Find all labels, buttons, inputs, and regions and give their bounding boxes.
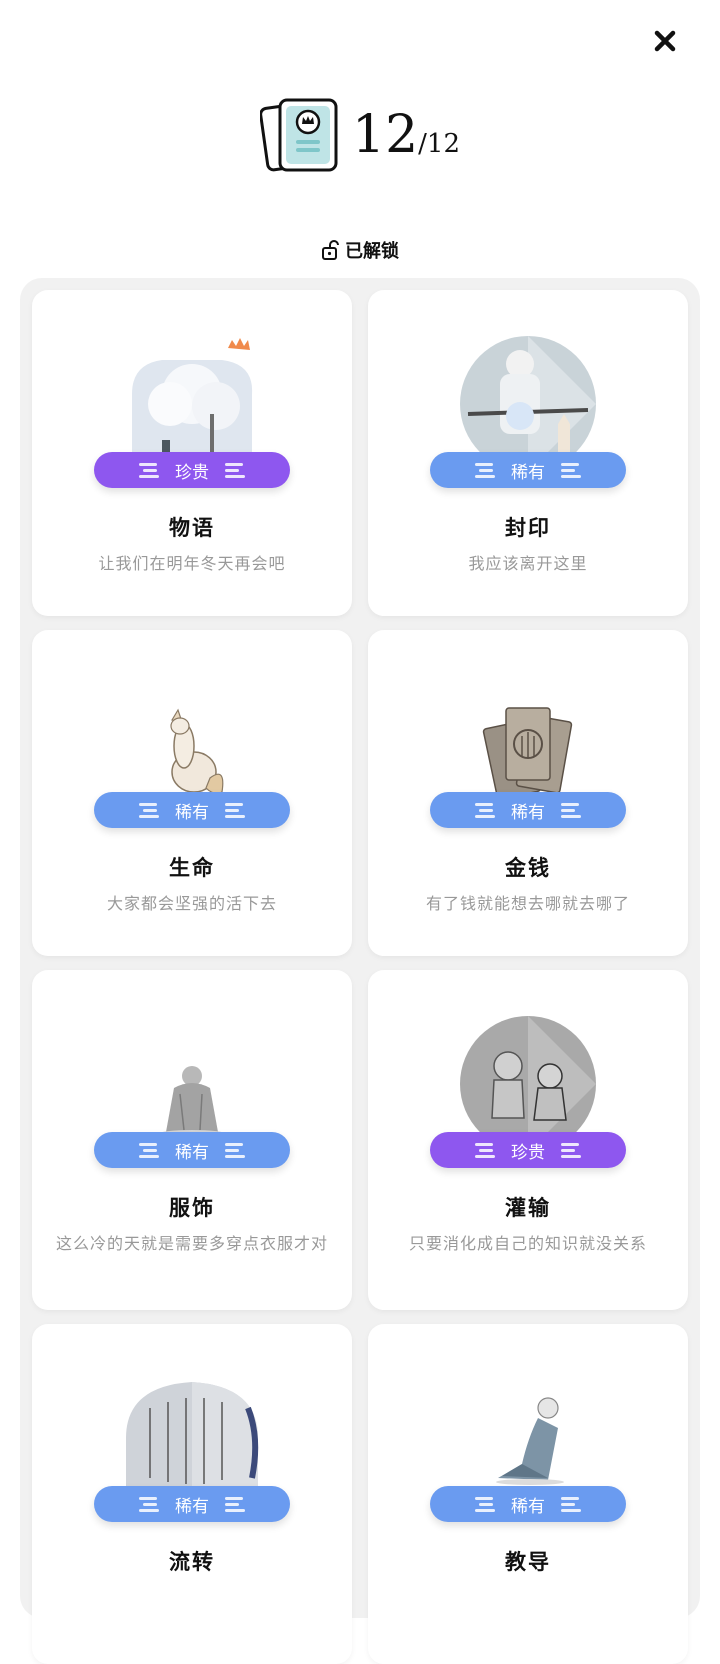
rarity-label: 珍贵 <box>175 462 209 483</box>
collection-card[interactable]: 稀有 服饰 这么冷的天就是需要多穿点衣服才对 <box>32 970 352 1310</box>
collection-count: 12 /12 <box>352 105 460 165</box>
card-image <box>122 674 262 804</box>
card-description: 只要消化成自己的知识就没关系 <box>408 1234 647 1253</box>
collection-card[interactable]: 稀有 封印 我应该离开这里 <box>368 290 688 616</box>
rarity-label: 稀有 <box>511 462 545 483</box>
card-description: 这么冷的天就是需要多穿点衣服才对 <box>55 1234 328 1253</box>
rarity-badge: 珍贵 <box>94 452 290 488</box>
card-title: 金钱 <box>505 855 551 880</box>
unlock-status-label: 已解锁 <box>345 241 399 262</box>
card-description: 大家都会坚强的活下去 <box>106 894 277 913</box>
collection-card[interactable]: 稀有 生命 大家都会坚强的活下去 <box>32 630 352 956</box>
collection-header: 12 /12 <box>0 90 720 180</box>
close-button[interactable] <box>650 26 680 56</box>
card-title: 灌输 <box>505 1195 551 1220</box>
rarity-label: 稀有 <box>511 802 545 823</box>
collection-card[interactable]: 珍贵 灌输 只要消化成自己的知识就没关系 <box>368 970 688 1310</box>
rarity-label: 稀有 <box>511 1496 545 1517</box>
rarity-badge: 稀有 <box>94 792 290 828</box>
card-grid: 珍贵 物语 让我们在明年冬天再会吧 稀有 封印 我应该离开这里 稀有 生命 大家… <box>32 290 688 1664</box>
card-grid-panel: 珍贵 物语 让我们在明年冬天再会吧 稀有 封印 我应该离开这里 稀有 生命 大家… <box>20 278 700 1664</box>
card-title: 教导 <box>505 1549 551 1574</box>
card-title: 流转 <box>169 1549 215 1574</box>
card-description: 有了钱就能想去哪就去哪了 <box>425 894 630 913</box>
collection-card[interactable]: 稀有 流转 <box>32 1324 352 1664</box>
unlock-icon <box>322 240 339 260</box>
unlock-status[interactable]: 已解锁 <box>0 234 720 266</box>
unlocked-count: 12 <box>351 105 419 165</box>
card-image <box>458 1368 598 1498</box>
card-description: 让我们在明年冬天再会吧 <box>98 554 286 573</box>
close-icon <box>654 30 676 52</box>
rarity-badge: 稀有 <box>430 452 626 488</box>
total-count: /12 <box>418 129 460 159</box>
rarity-badge: 稀有 <box>430 792 626 828</box>
rarity-badge: 珍贵 <box>430 1132 626 1168</box>
card-image <box>458 1014 598 1144</box>
rarity-badge: 稀有 <box>94 1486 290 1522</box>
card-description: 我应该离开这里 <box>468 554 588 573</box>
card-title: 物语 <box>169 515 215 540</box>
card-image <box>122 1368 262 1498</box>
collection-card[interactable]: 珍贵 物语 让我们在明年冬天再会吧 <box>32 290 352 616</box>
rarity-label: 稀有 <box>175 802 209 823</box>
rarity-label: 珍贵 <box>511 1142 545 1163</box>
collection-card[interactable]: 稀有 金钱 有了钱就能想去哪就去哪了 <box>368 630 688 956</box>
card-title: 生命 <box>169 855 215 880</box>
collection-card[interactable]: 稀有 教导 <box>368 1324 688 1664</box>
card-image <box>458 334 598 464</box>
rarity-badge: 稀有 <box>430 1486 626 1522</box>
card-image <box>122 1014 262 1144</box>
card-collection-icon <box>259 98 338 172</box>
card-image <box>458 674 598 804</box>
rarity-label: 稀有 <box>175 1142 209 1163</box>
rarity-badge: 稀有 <box>94 1132 290 1168</box>
rarity-label: 稀有 <box>175 1496 209 1517</box>
card-title: 封印 <box>505 515 551 540</box>
card-image <box>122 334 262 464</box>
card-title: 服饰 <box>169 1195 215 1220</box>
